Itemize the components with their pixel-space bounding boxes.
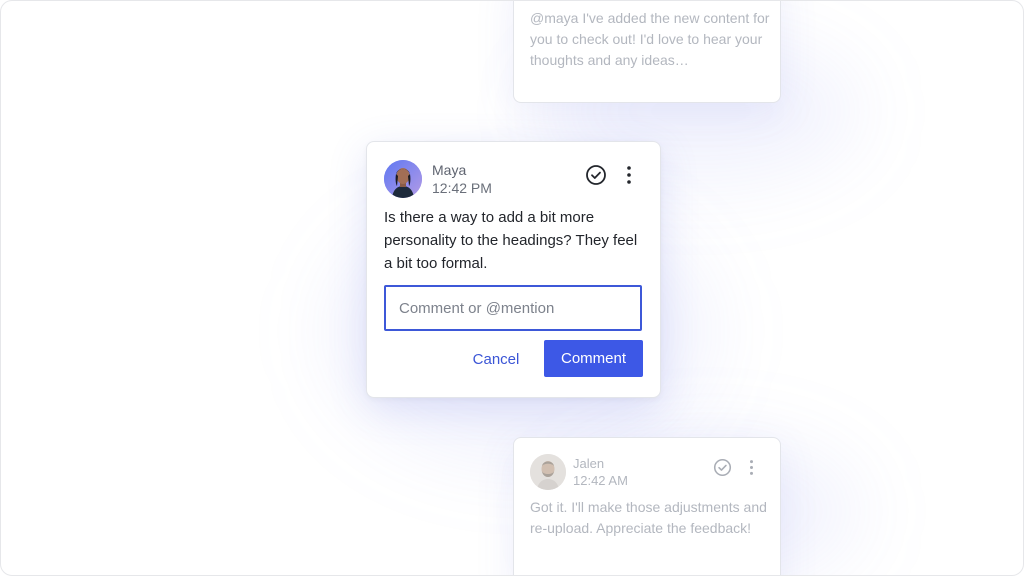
- comment-button[interactable]: Comment: [544, 340, 643, 377]
- check-circle-icon: [586, 165, 606, 185]
- comment-message: Is there a way to add a bit more persona…: [384, 209, 638, 272]
- resolve-button[interactable]: [584, 163, 608, 187]
- comment-author: Jalen: [573, 456, 605, 471]
- cancel-button[interactable]: Cancel: [463, 341, 529, 377]
- check-circle-icon: [713, 458, 731, 476]
- comment-card-active: Maya 12:42 PM Is there a way to add a bi…: [366, 141, 661, 398]
- comment-card-previous: @maya I've added the new content for you…: [513, 1, 781, 103]
- more-options-button[interactable]: [743, 457, 759, 477]
- comment-message: Got it. I'll make those adjustments and …: [530, 499, 767, 536]
- more-options-button[interactable]: [619, 163, 639, 187]
- comment-message: @maya I've added the new content for you…: [530, 10, 770, 68]
- comment-timestamp: 12:42 PM: [432, 180, 492, 196]
- comment-card-reply: Jalen 12:42 AM Got it. I'll make those a…: [513, 437, 781, 575]
- canvas: @maya I've added the new content for you…: [0, 0, 1024, 576]
- avatar: [530, 454, 566, 490]
- user-portrait-icon: [384, 160, 422, 198]
- user-portrait-icon: [530, 454, 566, 490]
- comment-input[interactable]: [384, 285, 642, 331]
- more-vertical-icon: [749, 459, 753, 475]
- avatar: [384, 160, 422, 198]
- comment-timestamp: 12:42 AM: [573, 473, 628, 488]
- resolve-button[interactable]: [712, 457, 732, 477]
- comment-author: Maya: [432, 162, 467, 178]
- more-vertical-icon: [627, 166, 631, 184]
